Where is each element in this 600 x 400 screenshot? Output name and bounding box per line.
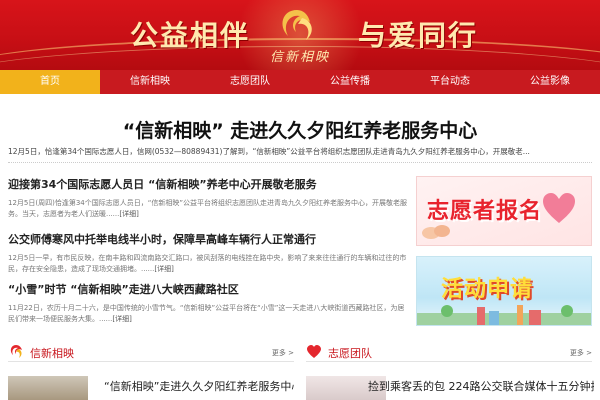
logo-mini-icon (10, 345, 22, 358)
news-detail-link[interactable]: [详细] (112, 315, 131, 323)
hands-icon (422, 225, 450, 239)
volunteer-signup-banner[interactable]: 志愿者报名 (416, 176, 592, 246)
nav-item-xinxin[interactable]: 信新相映 (100, 70, 200, 94)
logo-text: 信新相映 (269, 50, 330, 65)
more-link[interactable]: 更多 > (272, 348, 294, 358)
teaser-link[interactable]: 捡到乘客丢的包 224路公交联合媒体十五分钟找到失主 (368, 378, 594, 394)
nav-item-platform-news[interactable]: 平台动态 (400, 70, 500, 94)
news-item: “小雪”时节 “信新相映”走进八大峡西藏路社区 11月22日，农历十月二十六，是… (8, 281, 408, 325)
ad-activity-label: 活动申请 (441, 276, 534, 302)
news-summary-text: 12月5日一早，有市民反映，在南丰路和四流南路交汇路口，被风刮落的电线挂在路中央… (8, 254, 407, 273)
news-summary: 11月22日，农历十月二十六，是中国传统的小雪节气。“信新相映”公益平台将在“小… (8, 303, 408, 325)
news-summary-text: 11月22日，农历十月二十六，是中国传统的小雪节气。“信新相映”公益平台将在“小… (8, 304, 405, 323)
nav-item-home[interactable]: 首页 (0, 70, 100, 94)
news-title[interactable]: 公交师傅寒风中托举电线半小时，保障旱高峰车辆行人正常通行 (8, 231, 408, 247)
news-item: 迎接第34个国际志愿人员日 “信新相映”养老中心开展敬老服务 12月5日(周四)… (8, 176, 408, 220)
city-skyline-icon (417, 305, 591, 325)
more-link[interactable]: 更多 > (570, 348, 592, 358)
news-summary: 12月5日一早，有市民反映，在南丰路和四流南路交汇路口，被风刮落的电线挂在路中央… (8, 253, 408, 275)
nav-item-public-welfare[interactable]: 公益传播 (300, 70, 400, 94)
news-summary: 12月5日(周四)恰逢第34个国际志愿人员日，“信新相映”公益平台将组织志愿团队… (8, 198, 408, 220)
news-title[interactable]: “小雪”时节 “信新相映”走进八大峡西藏路社区 (8, 281, 408, 297)
section-header-xinxin: 信新相映 更多 > (8, 342, 294, 362)
news-detail-link[interactable]: [详细] (154, 265, 173, 273)
section-title[interactable]: 志愿团队 (328, 345, 372, 361)
headline-lead: 12月5日，恰逢第34个国际志愿人日，信网(0532—80889431)了解到，… (8, 147, 530, 156)
divider (8, 162, 592, 163)
main-nav: 首页 信新相映 志愿团队 公益传播 平台动态 公益影像 (0, 70, 600, 94)
headline-title[interactable]: “信新相映” 走进久久夕阳红养老服务中心 (0, 116, 600, 143)
news-title[interactable]: 迎接第34个国际志愿人员日 “信新相映”养老中心开展敬老服务 (8, 176, 408, 192)
slogan-right: 与爱同行 (358, 19, 479, 52)
volunteer-hands-icon (307, 345, 321, 358)
nav-item-welfare-images[interactable]: 公益影像 (500, 70, 600, 94)
news-detail-link[interactable]: [详细] (119, 210, 138, 218)
news-summary-text: 12月5日(周四)恰逢第34个国际志愿人员日，“信新相映”公益平台将组织志愿团队… (8, 199, 407, 218)
thumbnail-image[interactable] (8, 376, 88, 400)
slogan-left: 公益相伴 (130, 19, 251, 52)
nav-item-volunteer-team[interactable]: 志愿团队 (200, 70, 300, 94)
news-item: 公交师傅寒风中托举电线半小时，保障旱高峰车辆行人正常通行 12月5日一早，有市民… (8, 231, 408, 275)
logo-icon (282, 10, 312, 40)
section-title[interactable]: 信新相映 (30, 345, 74, 361)
activity-apply-banner[interactable]: 活动申请 (416, 256, 592, 326)
header-banner: 公益相伴 信新相映 与爱同行 (0, 0, 600, 70)
teaser-link[interactable]: “信新相映”走进久久夕阳红养老服务中心 (104, 378, 294, 394)
heart-icon (543, 193, 575, 223)
section-header-volunteer: 志愿团队 更多 > (306, 342, 592, 362)
